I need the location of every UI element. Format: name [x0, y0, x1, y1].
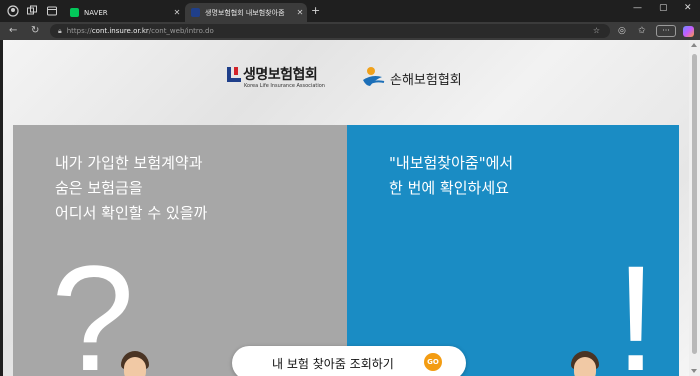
page-viewport: 생명보험협회 Korea Life Insurance Association … [3, 40, 689, 376]
url-protocol: https:// [66, 27, 92, 35]
url-host: cont.insure.or.kr [91, 27, 149, 35]
nonlife-logo-korean: 손해보험협회 [390, 73, 462, 88]
headline-line: "내보험찾아줌"에서 [389, 154, 514, 172]
copilot-icon[interactable] [683, 26, 694, 37]
person-illustration [567, 351, 603, 376]
headline-line: 한 번에 확인하세요 [389, 179, 509, 197]
left-headline: 내가 가입한 보험계약과 숨은 보험금을 어디서 확인할 수 있을까 [55, 151, 207, 226]
life-logo-english: Korea Life Insurance Association [244, 83, 325, 89]
cta-label: 내 보험 찾아줌 조회하기 [272, 356, 394, 371]
back-icon[interactable]: ← [9, 25, 17, 36]
url-path: /cont_web/intro.do [148, 27, 214, 35]
lock-icon: 🔒︎ [58, 26, 62, 35]
naver-favicon-icon [70, 8, 79, 17]
headline-line: 어디서 확인할 수 있을까 [55, 204, 208, 222]
tab-bar: NAVER ✕ 생명보험협회 내보험찾아줌 ✕ + — ▢ ✕ [0, 0, 700, 22]
life-association-mark-icon [227, 67, 241, 82]
close-tab-icon[interactable]: ✕ [170, 8, 184, 17]
lookup-cta-button[interactable]: 내 보험 찾아줌 조회하기 GO [232, 346, 466, 376]
address-bar[interactable]: 🔒︎ https:// cont.insure.or.kr /cont_web/… [50, 24, 610, 38]
close-window-icon[interactable]: ✕ [684, 3, 692, 13]
page-scrollbar[interactable] [689, 40, 700, 376]
scrollbar-thumb[interactable] [692, 54, 697, 354]
favorite-star-icon[interactable]: ☆ [593, 26, 600, 35]
scroll-up-icon[interactable] [691, 43, 697, 47]
tab-actions-icon[interactable] [46, 5, 58, 17]
left-question-panel: 내가 가입한 보험계약과 숨은 보험금을 어디서 확인할 수 있을까 ? [13, 125, 347, 376]
tab-title: 생명보험협회 내보험찾아줌 [205, 8, 285, 17]
scroll-down-icon[interactable] [691, 369, 697, 373]
workspaces-icon[interactable] [26, 5, 38, 17]
close-tab-icon[interactable]: ✕ [293, 8, 307, 17]
right-headline: "내보험찾아줌"에서 한 번에 확인하세요 [389, 151, 513, 201]
right-answer-panel: "내보험찾아줌"에서 한 번에 확인하세요 ! [347, 125, 679, 376]
refresh-icon[interactable]: ↻ [31, 25, 39, 36]
insurance-favicon-icon [191, 8, 200, 17]
more-menu-button[interactable]: ··· [656, 25, 676, 37]
headline-line: 숨은 보험금을 [55, 179, 143, 197]
person-illustration [117, 351, 153, 376]
maximize-icon[interactable]: ▢ [659, 3, 668, 13]
new-tab-button[interactable]: + [311, 4, 320, 17]
browser-extension-icon[interactable]: ◎ [618, 26, 626, 36]
tab-title: NAVER [84, 8, 108, 17]
tab-insurance[interactable]: 생명보험협회 내보험찾아줌 ✕ [185, 3, 307, 22]
browser-toolbar: ← ↻ 🔒︎ https:// cont.insure.or.kr /cont_… [0, 22, 700, 40]
exclamation-mark: ! [615, 234, 657, 376]
minimize-icon[interactable]: — [633, 3, 642, 13]
go-badge: GO [424, 353, 442, 371]
life-logo-korean: 생명보험협회 [243, 67, 318, 83]
favorites-icon[interactable]: ✩ [638, 26, 646, 36]
profile-icon[interactable] [7, 5, 19, 17]
headline-line: 내가 가입한 보험계약과 [55, 154, 203, 172]
tab-naver[interactable]: NAVER ✕ [64, 3, 184, 22]
nonlife-association-mark-icon [363, 67, 385, 86]
